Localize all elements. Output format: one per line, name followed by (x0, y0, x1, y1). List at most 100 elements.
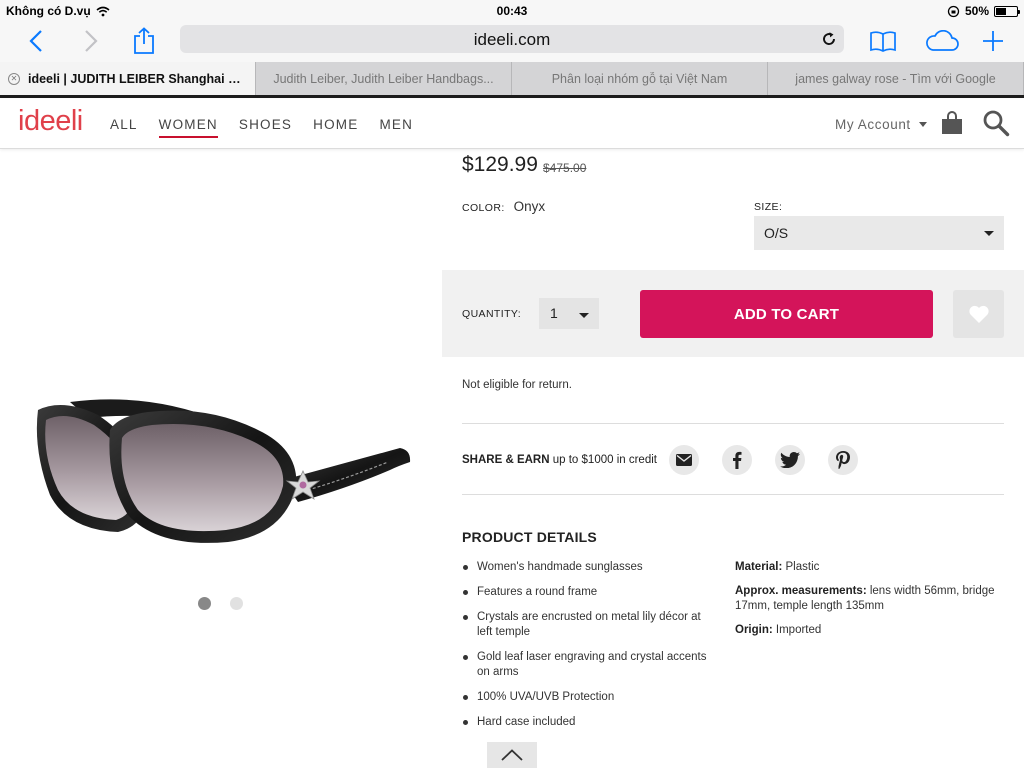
quantity-label: QUANTITY: (462, 308, 522, 320)
size-value: O/S (764, 225, 789, 241)
scroll-to-top-button[interactable] (487, 742, 537, 768)
share-icons (668, 445, 858, 475)
tab-title: Judith Leiber, Judith Leiber Handbags... (273, 71, 494, 86)
reload-icon[interactable] (820, 30, 838, 48)
heart-icon (968, 305, 989, 323)
facebook-share-button[interactable] (721, 445, 752, 475)
image-carousel-dots (198, 597, 243, 610)
battery-percent: 50% (964, 4, 989, 18)
carousel-dot-2[interactable] (230, 597, 243, 610)
detail-bullet: 100% UVA/UVB Protection (462, 690, 714, 705)
rotation-lock-icon (947, 5, 960, 17)
tab-judith-leiber[interactable]: Judith Leiber, Judith Leiber Handbags... (256, 62, 512, 95)
spec-measurements: Approx. measurements: lens width 56mm, b… (735, 584, 1005, 614)
battery-icon (994, 5, 1020, 17)
product-price: $129.99 (462, 153, 538, 176)
share-earn-text: SHARE & EARN up to $1000 in credit (462, 454, 657, 466)
my-account-menu[interactable]: My Account (835, 117, 927, 132)
nav-home[interactable]: HOME (313, 117, 358, 138)
size-label: SIZE: (754, 201, 783, 213)
email-share-button[interactable] (668, 445, 699, 475)
nav-shoes[interactable]: SHOES (239, 117, 292, 138)
status-right: 50% (947, 4, 1020, 18)
quantity-value: 1 (550, 305, 558, 321)
quantity-select[interactable]: 1 (539, 298, 599, 329)
product-image-sunglasses[interactable] (28, 370, 418, 550)
color-value: Onyx (513, 199, 546, 214)
size-select[interactable]: O/S (754, 216, 1004, 250)
add-to-cart-button[interactable]: ADD TO CART (640, 290, 933, 338)
carousel-dot-1[interactable] (198, 597, 211, 610)
spec-label: Material: (735, 561, 783, 573)
tab-title: james galway rose - Tìm với Google (795, 71, 996, 86)
spec-value: Plastic (785, 561, 820, 573)
bookmarks-button[interactable] (865, 24, 901, 58)
chevron-down-icon (918, 122, 927, 127)
original-price: $475.00 (543, 161, 587, 175)
spec-value: Imported (775, 624, 822, 636)
new-tab-icon (983, 31, 1003, 51)
status-bar: Không có D.vụ 00:43 50% (0, 0, 1024, 22)
product-details-heading: PRODUCT DETAILS (462, 529, 597, 545)
detail-bullet: Crystals are encrusted on metal lily déc… (462, 610, 714, 640)
product-specs: Material: Plastic Approx. measurements: … (735, 560, 1005, 647)
return-policy-note: Not eligible for return. (462, 379, 572, 391)
detail-bullet: Hard case included (462, 715, 714, 730)
forward-icon (85, 30, 98, 52)
site-header: ideeli ALL WOMEN SHOES HOME MEN My Accou… (0, 99, 1024, 149)
forward-button[interactable] (73, 24, 109, 58)
chevron-down-icon (579, 313, 589, 318)
address-bar[interactable]: ideeli.com (180, 25, 844, 53)
detail-bullet: Features a round frame (462, 585, 714, 600)
nav-all[interactable]: ALL (110, 117, 138, 138)
share-button[interactable] (126, 24, 162, 58)
spec-material: Material: Plastic (735, 560, 1005, 575)
email-icon (675, 454, 692, 466)
icloud-tabs-icon (926, 30, 959, 51)
back-button[interactable] (18, 24, 54, 58)
main-nav: ALL WOMEN SHOES HOME MEN (110, 117, 413, 138)
spec-label: Approx. measurements: (735, 585, 867, 597)
my-account-label: My Account (835, 117, 911, 132)
product-details-list: Women's handmade sunglasses Features a r… (462, 560, 714, 740)
pinterest-share-button[interactable] (827, 445, 858, 475)
pinterest-icon (835, 451, 850, 469)
divider (462, 494, 1004, 495)
detail-bullet: Gold leaf laser engraving and crystal ac… (462, 650, 714, 680)
spec-label: Origin: (735, 624, 773, 636)
bookmarks-icon (870, 31, 896, 52)
shopping-bag-icon[interactable] (940, 111, 964, 135)
tab-wood-groups[interactable]: Phân loại nhóm gỗ tại Việt Nam (512, 62, 768, 95)
color-row: COLOR: Onyx (462, 199, 545, 214)
chevron-down-icon (984, 231, 994, 236)
new-tab-button[interactable] (975, 24, 1011, 58)
spec-origin: Origin: Imported (735, 623, 1005, 638)
nav-women[interactable]: WOMEN (158, 117, 218, 138)
browser-toolbar: ideeli.com (0, 22, 1024, 62)
twitter-share-button[interactable] (774, 445, 805, 475)
tab-title: Phân loại nhóm gỗ tại Việt Nam (551, 71, 728, 86)
wishlist-button[interactable] (953, 290, 1004, 338)
twitter-icon (779, 452, 800, 468)
nav-men[interactable]: MEN (379, 117, 413, 138)
tab-title: ideeli | JUDITH LEIBER Shanghai Lil... (28, 71, 245, 86)
clock: 00:43 (496, 4, 528, 18)
share-icon (134, 27, 154, 54)
divider (462, 423, 1004, 424)
facebook-icon (732, 451, 742, 469)
tab-ideeli[interactable]: ✕ ideeli | JUDITH LEIBER Shanghai Lil... (0, 62, 256, 95)
search-icon[interactable] (982, 109, 1010, 137)
ideeli-logo[interactable]: ideeli (18, 105, 83, 138)
color-label: COLOR: (462, 202, 505, 214)
detail-bullet: Women's handmade sunglasses (462, 560, 714, 575)
icloud-tabs-button[interactable] (922, 24, 962, 58)
tab-google-search[interactable]: james galway rose - Tìm với Google (768, 62, 1024, 95)
share-earn-label: SHARE & EARN (462, 454, 550, 466)
share-earn-detail: up to $1000 in credit (552, 454, 657, 466)
chevron-up-icon (501, 749, 523, 761)
url-text: ideeli.com (473, 30, 551, 49)
cart-panel: QUANTITY: 1 ADD TO CART (442, 270, 1024, 357)
close-tab-icon[interactable]: ✕ (8, 73, 20, 85)
share-row: SHARE & EARN up to $1000 in credit (462, 445, 858, 475)
back-icon (29, 30, 42, 52)
